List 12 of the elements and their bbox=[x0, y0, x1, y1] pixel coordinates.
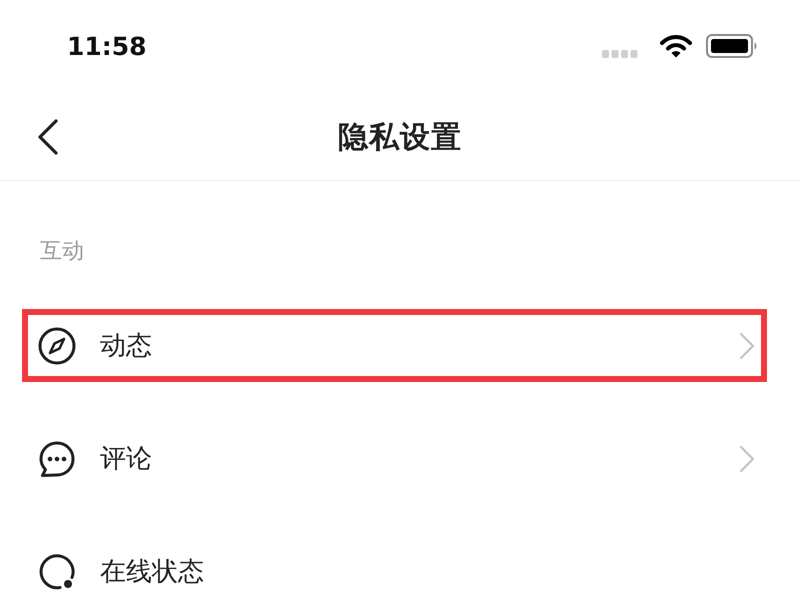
back-icon bbox=[36, 118, 60, 156]
page-title: 隐私设置 bbox=[338, 118, 462, 156]
comment-icon bbox=[38, 440, 76, 478]
section-title: 互动 bbox=[40, 238, 84, 266]
back-button[interactable] bbox=[36, 118, 60, 156]
status-icon bbox=[38, 552, 76, 590]
status-time: 11:58 bbox=[67, 32, 147, 60]
signal-icon bbox=[602, 50, 638, 58]
compass-icon bbox=[38, 326, 76, 364]
wifi-icon bbox=[660, 34, 692, 58]
battery-icon bbox=[706, 34, 758, 58]
settings-item[interactable]: 动态 bbox=[22, 309, 767, 382]
